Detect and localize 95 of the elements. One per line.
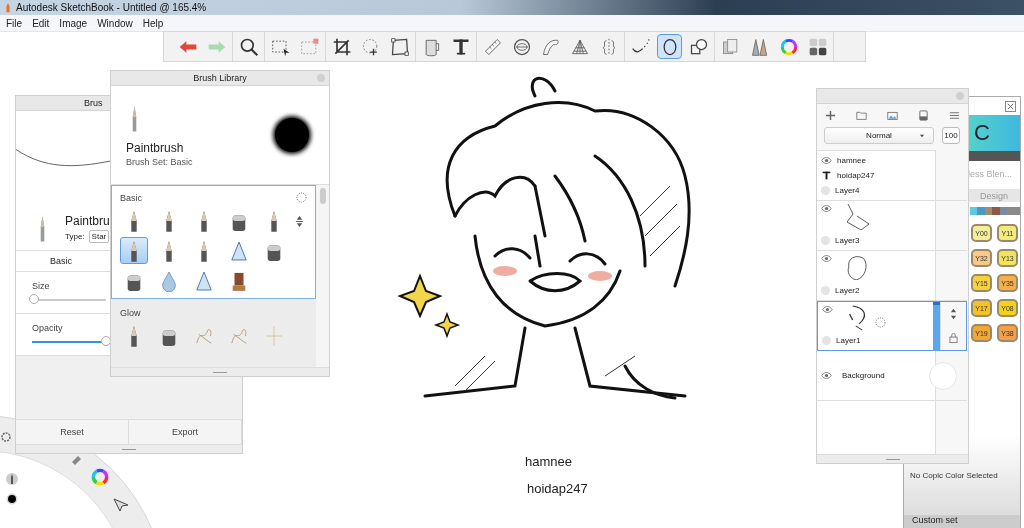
layer-device-icon[interactable]: [918, 110, 929, 121]
layer-name: Layer2: [835, 286, 861, 295]
brush-tip-icon: [38, 214, 47, 242]
layer-row[interactable]: Layer2: [817, 251, 967, 301]
dotted-circle-icon[interactable]: [296, 192, 307, 203]
slider-label: Size: [32, 281, 51, 291]
gear-icon[interactable]: [0, 431, 12, 443]
brush-name: Paintbru: [65, 213, 110, 228]
brush-tip-icon: [130, 103, 139, 133]
set-dropdown[interactable]: Custom set: [904, 515, 1020, 528]
canvas-text: hoidap247: [527, 481, 588, 496]
brush-set-name: Glow: [120, 308, 141, 318]
layer-lock-toggle[interactable]: [821, 286, 830, 295]
menu-item[interactable]: Image: [59, 17, 88, 29]
scrollbar-thumb[interactable]: [319, 188, 326, 204]
pencil-icon[interactable]: [5, 472, 19, 486]
close-icon: [1007, 102, 1014, 110]
deselect-icon: [299, 36, 320, 57]
reorder-icon[interactable]: [295, 215, 304, 228]
logo-text: C: [974, 120, 990, 146]
color-family-strip[interactable]: [970, 207, 1020, 215]
menu-item[interactable]: Help: [142, 17, 164, 29]
layer-name: Layer4: [835, 186, 861, 195]
add-icon[interactable]: [825, 110, 836, 121]
type-dropdown[interactable]: Star: [88, 229, 110, 243]
slider-label: Opacity: [32, 323, 64, 333]
panel-title: Brus: [84, 98, 103, 108]
pencil-icon: [4, 2, 12, 13]
text-layer-name: hamnee: [837, 156, 866, 165]
close-button[interactable]: [1005, 100, 1016, 112]
ellipse-icon: [511, 36, 532, 57]
sparkle-icon: [265, 324, 283, 347]
transform-icon: [389, 36, 410, 57]
layer-name: Background: [842, 371, 886, 380]
brush-preview-dot: [275, 118, 309, 152]
ruler-icon: [482, 36, 503, 57]
layer-lock-toggle[interactable]: [822, 336, 831, 345]
cursor-icon[interactable]: [113, 496, 129, 512]
layer-opacity-bar[interactable]: [933, 302, 940, 350]
search-icon: [238, 36, 259, 57]
layer-row[interactable]: Background: [817, 351, 967, 401]
background-color-swatch[interactable]: [929, 361, 957, 390]
layer-row[interactable]: hamnee hoidap247 Layer4: [817, 151, 967, 201]
eye-icon[interactable]: [821, 371, 832, 380]
triangle-icon: [195, 269, 213, 292]
status-text: No Copic Color Selected: [910, 470, 998, 480]
layer-thumbnail: [847, 204, 869, 230]
shapes-icon: [688, 36, 709, 57]
window-title: Autodesk SketchBook - Untitled @ 165.4%: [16, 2, 207, 13]
brush-name: Paintbrush: [126, 141, 185, 155]
brush-set-label: Brush Set: Basic: [126, 157, 193, 167]
crop-icon: [331, 36, 352, 57]
eye-icon[interactable]: [821, 254, 832, 263]
triangle-icon: [230, 239, 248, 262]
layer-thumbnail: [847, 254, 869, 280]
layer-name: Layer1: [836, 336, 862, 345]
lock-icon[interactable]: [949, 332, 958, 344]
eye-icon[interactable]: [821, 156, 832, 165]
mode-label: less Blen...: [967, 168, 1014, 181]
layer-lock-toggle[interactable]: [821, 236, 830, 245]
brush-set[interactable]: Basic: [111, 185, 316, 299]
menu-item[interactable]: File: [6, 17, 23, 29]
color-dot-icon[interactable]: [6, 493, 18, 505]
brush-set[interactable]: Glow: [111, 301, 316, 354]
menu-item[interactable]: Window: [97, 17, 133, 29]
color-wheel-icon[interactable]: [90, 467, 110, 487]
layer-lock-toggle[interactable]: [821, 186, 830, 195]
tab[interactable]: Basic: [16, 256, 106, 266]
swatches-icon: [807, 36, 828, 57]
panel-title: Brush Library: [193, 73, 247, 83]
menu-icon[interactable]: [949, 110, 960, 121]
blend-mode-dropdown[interactable]: Normal: [824, 127, 934, 144]
drop-icon: [160, 269, 178, 292]
text-layer-name: hoidap247: [837, 171, 875, 180]
layer-row[interactable]: Layer1: [817, 301, 967, 351]
layer-name: Layer3: [835, 236, 861, 245]
toolbar-button[interactable]: [657, 34, 682, 59]
layer-row[interactable]: Layer3: [817, 201, 967, 251]
brush-set-name: Basic: [120, 192, 142, 203]
reorder-icon[interactable]: [949, 308, 958, 320]
type-label: Type:: [65, 231, 85, 241]
menu-item[interactable]: Edit: [32, 17, 50, 29]
folder-icon[interactable]: [856, 110, 867, 121]
brushes-icon: [749, 36, 770, 57]
color-wheel-icon: [778, 36, 799, 57]
opacity-field[interactable]: 100: [942, 127, 960, 144]
text-tool-icon: [821, 171, 832, 180]
image-icon[interactable]: [887, 110, 898, 121]
eye-icon[interactable]: [821, 204, 832, 213]
slider-thumb[interactable]: [29, 294, 40, 304]
brush-preset[interactable]: [120, 237, 148, 264]
canvas-text: hamnee: [525, 454, 572, 469]
caret-icon: [919, 134, 925, 138]
eye-icon[interactable]: [822, 305, 833, 314]
dotted-circle-icon: [875, 317, 886, 328]
